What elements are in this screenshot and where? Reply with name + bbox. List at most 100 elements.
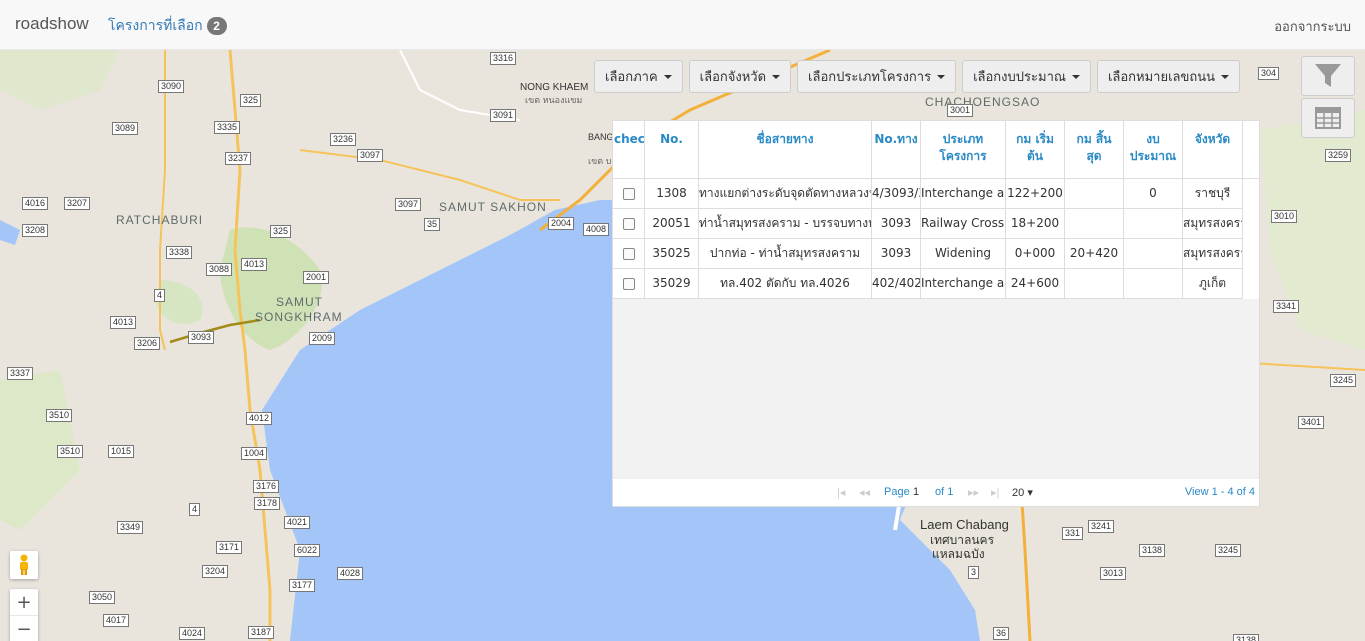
road-shield: 3088 (206, 263, 233, 276)
cell-province: สมุทรสงคราม (1183, 209, 1243, 239)
road-shield: 304 (1258, 67, 1280, 80)
budget-dropdown-label: เลือกงบประมาณ (973, 70, 1066, 85)
road-shield: 3138 (1139, 544, 1166, 557)
place-label: SAMUT (276, 295, 323, 309)
road-shield: 3510 (57, 445, 84, 458)
table-row[interactable]: 35025 ปากท่อ - ท่าน้ำสมุทรสงคราม 3093 Wi… (613, 239, 1243, 269)
road-shield: 3050 (89, 591, 116, 604)
top-navbar: roadshow โครงการที่เลือก 2 ออกจากระบบ (0, 0, 1365, 50)
pegman-icon (20, 554, 28, 575)
road-shield: 4021 (284, 516, 311, 529)
row-checkbox-cell[interactable] (613, 239, 645, 269)
road-shield: 3237 (225, 152, 252, 165)
row-checkbox-cell[interactable] (613, 209, 645, 239)
street-view-pegman[interactable] (10, 551, 38, 579)
row-checkbox[interactable] (622, 217, 635, 230)
road-shield: 3236 (330, 133, 357, 146)
first-page-icon[interactable]: |◂ (837, 486, 845, 499)
table-row[interactable]: 35029 ทล.402 ตัดกับ ทล.4026 402/4026 Int… (613, 269, 1243, 299)
cell-no: 35029 (645, 269, 699, 299)
cell-road-no: 4/3093/3 (872, 179, 921, 209)
row-checkbox-cell[interactable] (613, 179, 645, 209)
road-shield: 3 (968, 566, 980, 579)
header-km-end[interactable]: กม สิ้น สุด (1065, 121, 1124, 179)
header-project-type-line2: โครงการ (939, 149, 987, 163)
road-shield: 3010 (1271, 210, 1298, 223)
cell-budget (1124, 269, 1183, 299)
brand-logo[interactable]: roadshow (15, 14, 89, 34)
table-toggle-button[interactable] (1301, 98, 1355, 138)
place-label: SONGKHRAM (255, 310, 343, 324)
header-road-no[interactable]: No.ทาง (872, 121, 921, 179)
road-shield: 6022 (294, 544, 321, 557)
zoom-in-button[interactable]: + (10, 589, 38, 616)
caret-down-icon (1071, 74, 1080, 79)
road-shield: 4013 (110, 316, 137, 329)
road-shield: 4016 (22, 197, 49, 210)
row-checkbox[interactable] (622, 247, 635, 260)
table-icon (1315, 107, 1341, 129)
province-dropdown-label: เลือกจังหวัด (699, 70, 767, 85)
road-shield: 35 (424, 218, 441, 231)
grid-empty-area (613, 299, 1259, 480)
filter-toggle-button[interactable] (1301, 56, 1355, 96)
page-label: Page (884, 486, 910, 498)
header-km-start-line1: กม เริ่ม (1016, 132, 1054, 146)
caret-down-icon (1221, 74, 1230, 79)
grid-pager: |◂ ◂◂ Page 1 of 1 ▸▸ ▸| 20 ▾ View 1 - 4 … (613, 478, 1259, 506)
header-km-start[interactable]: กม เริ่ม ต้น (1006, 121, 1065, 179)
header-budget[interactable]: งบ ประมาณ (1124, 121, 1183, 179)
road-shield: 2001 (303, 271, 330, 284)
cell-km-end (1065, 209, 1124, 239)
place-label: เขต หนองแขม (525, 95, 583, 105)
header-budget-line2: ประมาณ (1129, 149, 1177, 163)
road-shield: 1004 (241, 447, 268, 460)
project-type-dropdown[interactable]: เลือกประเภทโครงการ (797, 60, 957, 93)
cell-no: 20051 (645, 209, 699, 239)
logout-link[interactable]: ออกจากระบบ (1274, 16, 1351, 37)
budget-dropdown[interactable]: เลือกงบประมาณ (962, 60, 1091, 93)
cell-project-type: Railway Crossing (921, 209, 1006, 239)
road-shield: 3171 (216, 541, 243, 554)
page-size-value: 20 (1012, 487, 1025, 499)
header-no[interactable]: No. (645, 121, 699, 179)
road-shield: 3177 (289, 579, 316, 592)
place-label: Laem Chabang (920, 517, 1009, 532)
row-checkbox[interactable] (622, 187, 635, 200)
table-row[interactable]: 20051 ท่าน้ำสมุทรสงคราม - บรรจบทางหลวง 3… (613, 209, 1243, 239)
page-input[interactable]: 1 (913, 486, 919, 498)
place-label: RATCHABURI (116, 213, 204, 227)
cell-road-name: ปากท่อ - ท่าน้ำสมุทรสงคราม (699, 239, 872, 269)
road-shield: 3097 (395, 198, 422, 211)
road-shield: 3335 (214, 121, 241, 134)
cell-road-no: 402/4026 (872, 269, 921, 299)
cell-road-name: ท่าน้ำสมุทรสงคราม - บรรจบทางหลวง (699, 209, 872, 239)
last-page-icon[interactable]: ▸| (991, 486, 999, 499)
road-shield: 325 (270, 225, 292, 238)
prev-page-icon[interactable]: ◂◂ (859, 486, 870, 499)
road-shield: 325 (240, 94, 262, 107)
table-row[interactable]: 1308 ทางแยกต่างระดับจุดตัดทางหลวงหมายเลข… (613, 179, 1243, 209)
road-shield: 3401 (1298, 416, 1325, 429)
region-dropdown[interactable]: เลือกภาค (594, 60, 683, 93)
header-road-name[interactable]: ชื่อสายทาง (699, 121, 872, 179)
header-province[interactable]: จังหวัด (1183, 121, 1243, 179)
road-shield: 4 (189, 503, 201, 516)
road-number-dropdown[interactable]: เลือกหมายเลขถนน (1096, 60, 1241, 93)
zoom-out-button[interactable]: − (10, 616, 38, 641)
selected-projects-link[interactable]: โครงการที่เลือก 2 (108, 15, 227, 37)
road-shield: 3337 (7, 367, 34, 380)
next-page-icon[interactable]: ▸▸ (968, 486, 979, 499)
cell-km-start: 18+200 (1006, 209, 1065, 239)
road-shield: 3089 (112, 122, 139, 135)
road-shield: 2004 (548, 217, 575, 230)
header-project-type[interactable]: ประเภท โครงการ (921, 121, 1006, 179)
row-checkbox[interactable] (622, 277, 635, 290)
row-checkbox-cell[interactable] (613, 269, 645, 299)
road-shield: 3138 (1233, 634, 1260, 641)
header-check[interactable]: chec (613, 121, 645, 179)
province-dropdown[interactable]: เลือกจังหวัด (688, 60, 792, 93)
road-shield: 3338 (166, 246, 193, 259)
page-size-select[interactable]: 20 ▾ (1012, 486, 1033, 499)
filter-toolbar: เลือกภาค เลือกจังหวัด เลือกประเภทโครงการ… (594, 60, 1241, 93)
